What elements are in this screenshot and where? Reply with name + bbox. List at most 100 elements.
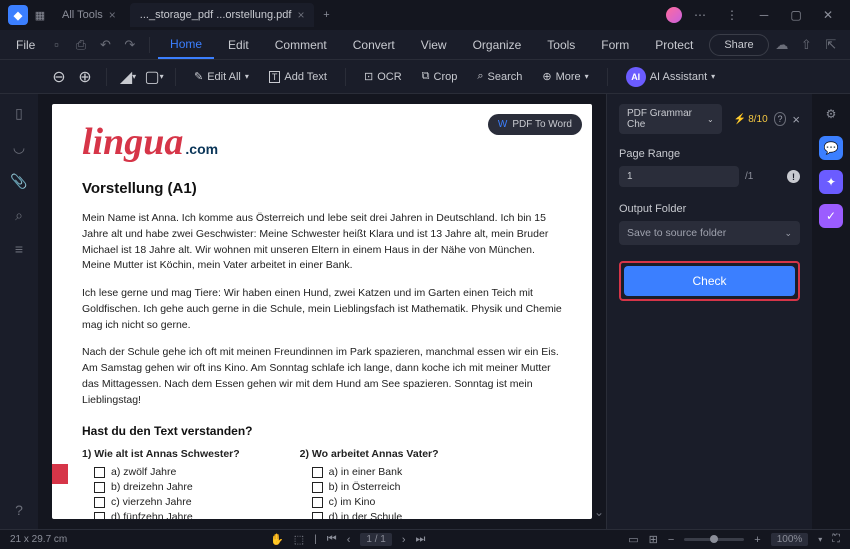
tab-home[interactable]: Home <box>158 31 214 59</box>
export-icon[interactable]: ⇱ <box>820 33 842 57</box>
check-highlight: Check <box>619 261 800 301</box>
share-button[interactable]: Share <box>709 34 768 56</box>
titlebar: ◆ ▦ All Tools× ..._storage_pdf ...orstel… <box>0 0 850 30</box>
page-range-input[interactable] <box>619 166 739 187</box>
checkbox[interactable] <box>312 482 323 493</box>
search-button[interactable]: ⌕Search <box>471 66 528 87</box>
page-dimensions: 21 x 29.7 cm <box>10 534 67 545</box>
shape-icon[interactable]: ▢▾ <box>145 68 163 86</box>
select-tool-icon[interactable]: ⬚ <box>294 533 304 546</box>
scroll-down-icon[interactable]: ⌄ <box>594 505 604 519</box>
pdf-to-word-button[interactable]: WPDF To Word <box>488 114 582 135</box>
close-button[interactable]: ✕ <box>814 1 842 29</box>
next-page-icon[interactable]: › <box>402 534 406 546</box>
last-page-icon[interactable]: ⏭ <box>416 533 426 546</box>
grammar-check-dropdown[interactable]: PDF Grammar Che⌄ <box>619 104 722 134</box>
page-indicator: 1 / 1 <box>360 533 391 546</box>
fit-page-icon[interactable]: ▭ <box>628 533 638 546</box>
checkbox[interactable] <box>312 512 323 519</box>
pdf-page: WPDF To Word lingua .com Vorstellung (A1… <box>52 104 592 519</box>
crop-button[interactable]: ⧉Crop <box>416 66 464 87</box>
print-icon[interactable]: ⎙ <box>70 33 92 57</box>
close-panel-icon[interactable]: × <box>792 112 800 127</box>
tab-form[interactable]: Form <box>589 32 641 58</box>
minimize-button[interactable]: ─ <box>750 1 778 29</box>
doc-paragraph: Mein Name ist Anna. Ich komme aus Österr… <box>82 211 562 274</box>
zoom-slider[interactable] <box>684 538 744 541</box>
hand-tool-icon[interactable]: ✋ <box>270 533 284 546</box>
tab-all-tools[interactable]: All Tools× <box>52 3 126 27</box>
more-button[interactable]: ⊕More▾ <box>536 66 594 87</box>
checkbox[interactable] <box>94 512 105 519</box>
app-icon: ◆ <box>8 5 28 25</box>
upload-icon[interactable]: ⇧ <box>795 33 817 57</box>
tab-document[interactable]: ..._storage_pdf ...orstellung.pdf× <box>130 3 315 27</box>
attachments-icon[interactable]: 📎 <box>10 172 28 190</box>
highlight-icon[interactable]: ◢▾ <box>119 68 137 86</box>
redo-icon[interactable]: ↷ <box>119 33 141 57</box>
checkbox[interactable] <box>94 482 105 493</box>
more-icon[interactable]: ⋯ <box>686 1 714 29</box>
zoom-out-icon[interactable]: ⊖ <box>50 68 68 86</box>
doc-heading: Vorstellung (A1) <box>82 180 562 197</box>
avatar[interactable] <box>666 7 682 23</box>
edit-all-button[interactable]: ✎Edit All▾ <box>188 66 255 87</box>
ai-tool2-icon[interactable]: ✓ <box>819 204 843 228</box>
tab-convert[interactable]: Convert <box>341 32 407 58</box>
credits-badge: ⚡8/10 <box>734 114 768 125</box>
cloud-icon[interactable]: ☁ <box>771 33 793 57</box>
tab-comment[interactable]: Comment <box>263 32 339 58</box>
undo-icon[interactable]: ↶ <box>94 33 116 57</box>
zoom-in-icon[interactable]: + <box>754 534 760 546</box>
new-tab-button[interactable]: + <box>318 7 334 23</box>
zoom-in-icon[interactable]: ⊕ <box>76 68 94 86</box>
ai-panel: PDF Grammar Che⌄ ⚡8/10 ? × Page Range /1… <box>606 94 812 529</box>
document-viewport: WPDF To Word lingua .com Vorstellung (A1… <box>38 94 606 529</box>
zoom-out-icon[interactable]: − <box>668 534 674 546</box>
search-nav-icon[interactable]: ⌕ <box>10 206 28 224</box>
ai-assistant-button[interactable]: AIAI Assistant▾ <box>620 63 722 91</box>
checkbox[interactable] <box>94 497 105 508</box>
tab-protect[interactable]: Protect <box>643 32 705 58</box>
warning-icon[interactable]: ! <box>787 170 800 183</box>
page-accent <box>52 464 68 484</box>
chevron-down-icon[interactable]: ⌄ <box>830 525 840 539</box>
checkbox[interactable] <box>312 467 323 478</box>
logo-suffix: .com <box>185 141 218 157</box>
ai-tool-icon[interactable]: ✦ <box>819 170 843 194</box>
check-button[interactable]: Check <box>624 266 795 296</box>
help-icon[interactable]: ? <box>774 112 787 126</box>
menubar: File ▫ ⎙ ↶ ↷ Home Edit Comment Convert V… <box>0 30 850 60</box>
first-page-icon[interactable]: ⏮ <box>327 533 337 546</box>
layers-icon[interactable]: ≡ <box>10 240 28 258</box>
save-icon[interactable]: ▫ <box>45 33 67 57</box>
prev-page-icon[interactable]: ‹ <box>347 534 351 546</box>
chat-icon[interactable]: 💬 <box>819 136 843 160</box>
question-2: 2) Wo arbeitet Annas Vater? a) in einer … <box>300 448 439 519</box>
checkbox[interactable] <box>94 467 105 478</box>
bookmarks-icon[interactable]: ◡ <box>10 138 28 156</box>
toolbox-icon[interactable]: ▦ <box>32 7 48 23</box>
page-total: /1 <box>745 171 753 182</box>
maximize-button[interactable]: ▢ <box>782 1 810 29</box>
close-icon[interactable]: × <box>297 8 304 22</box>
add-text-button[interactable]: TAdd Text <box>263 67 333 87</box>
sliders-icon[interactable]: ⚙ <box>819 102 843 126</box>
fit-width-icon[interactable]: ⊞ <box>649 533 658 546</box>
tab-edit[interactable]: Edit <box>216 32 261 58</box>
kebab-icon[interactable]: ⋮ <box>718 1 746 29</box>
help-icon[interactable]: ? <box>10 501 28 519</box>
file-menu[interactable]: File <box>8 34 43 56</box>
doc-paragraph: Ich lese gerne und mag Tiere: Wir haben … <box>82 286 562 333</box>
close-icon[interactable]: × <box>109 8 116 22</box>
output-folder-select[interactable]: Save to source folder⌄ <box>619 221 800 245</box>
output-folder-label: Output Folder <box>619 203 800 215</box>
checkbox[interactable] <box>312 497 323 508</box>
tab-organize[interactable]: Organize <box>461 32 534 58</box>
statusbar: 21 x 29.7 cm ✋ ⬚ | ⏮ ‹ 1 / 1 › ⏭ ▭ ⊞ − +… <box>0 529 850 549</box>
ocr-button[interactable]: ⊡OCR <box>358 66 408 87</box>
tab-view[interactable]: View <box>409 32 459 58</box>
question-1: 1) Wie alt ist Annas Schwester? a) zwölf… <box>82 448 240 519</box>
thumbnails-icon[interactable]: ▯ <box>10 104 28 122</box>
tab-tools[interactable]: Tools <box>535 32 587 58</box>
